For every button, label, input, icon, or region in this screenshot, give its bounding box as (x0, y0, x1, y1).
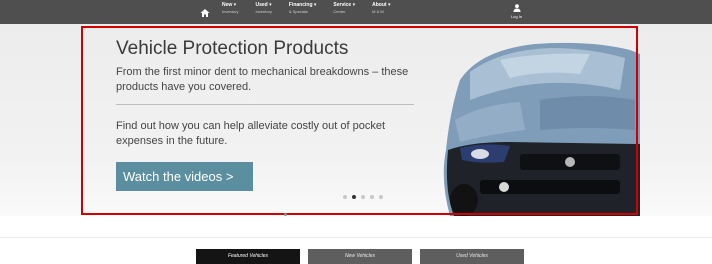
nav-item-label: Used ▾ (255, 2, 272, 8)
hero-title: Vehicle Protection Products (116, 38, 349, 59)
main-nav: New ▾ Inventory Used ▾ Inventory Financi… (200, 3, 407, 18)
vehicle-tabs: Featured Vehicles New Vehicles Used Vehi… (196, 249, 532, 264)
nav-item-new[interactable]: New ▾ Inventory (222, 3, 238, 14)
scroll-indicator (284, 213, 287, 216)
nav-item-sublabel: Inventory (222, 9, 239, 14)
section-divider (0, 237, 712, 238)
login-label: Log In (511, 14, 523, 19)
tab-new-vehicles[interactable]: New Vehicles (308, 249, 412, 264)
hero-carousel: Vehicle Protection Products From the fir… (0, 24, 712, 216)
nav-item-about[interactable]: About ▾ M & M (372, 3, 390, 14)
nav-item-sublabel: Center (333, 9, 346, 14)
carousel-dot[interactable] (379, 195, 383, 199)
carousel-dot[interactable] (370, 195, 374, 199)
hero-subtitle: From the first minor dent to mechanical … (116, 66, 409, 93)
nav-item-service[interactable]: Service ▾ Center (333, 3, 355, 14)
nav-item-sublabel: Inventory (255, 9, 272, 14)
nav-item-label: Financing ▾ (288, 2, 317, 8)
nav-item-used[interactable]: Used ▾ Inventory (255, 3, 271, 14)
tab-used-vehicles[interactable]: Used Vehicles (420, 249, 524, 264)
hero-body-text: Find out how you can help alleviate cost… (116, 120, 386, 147)
carousel-dots (343, 195, 388, 199)
carousel-dot[interactable] (343, 195, 347, 199)
tab-featured-vehicles[interactable]: Featured Vehicles (196, 249, 300, 264)
user-icon (513, 4, 521, 12)
vehicle-section: Featured Vehicles New Vehicles Used Vehi… (0, 213, 712, 264)
login-link[interactable]: Log In (511, 4, 522, 19)
hero-divider (116, 104, 414, 105)
carousel-dot[interactable] (352, 195, 356, 199)
carousel-dot[interactable] (361, 195, 365, 199)
nav-item-label: Service ▾ (333, 2, 356, 8)
nav-item-label: About ▾ (372, 2, 391, 8)
watch-videos-button[interactable]: Watch the videos > (116, 162, 253, 191)
nav-item-sublabel: & Specials (288, 9, 308, 14)
nav-item-label: New ▾ (222, 2, 237, 8)
nav-item-sublabel: M & M (372, 9, 384, 14)
nav-item-financing[interactable]: Financing ▾ & Specials (289, 3, 317, 14)
top-nav-bar: New ▾ Inventory Used ▾ Inventory Financi… (0, 0, 712, 24)
home-icon[interactable] (200, 8, 210, 18)
